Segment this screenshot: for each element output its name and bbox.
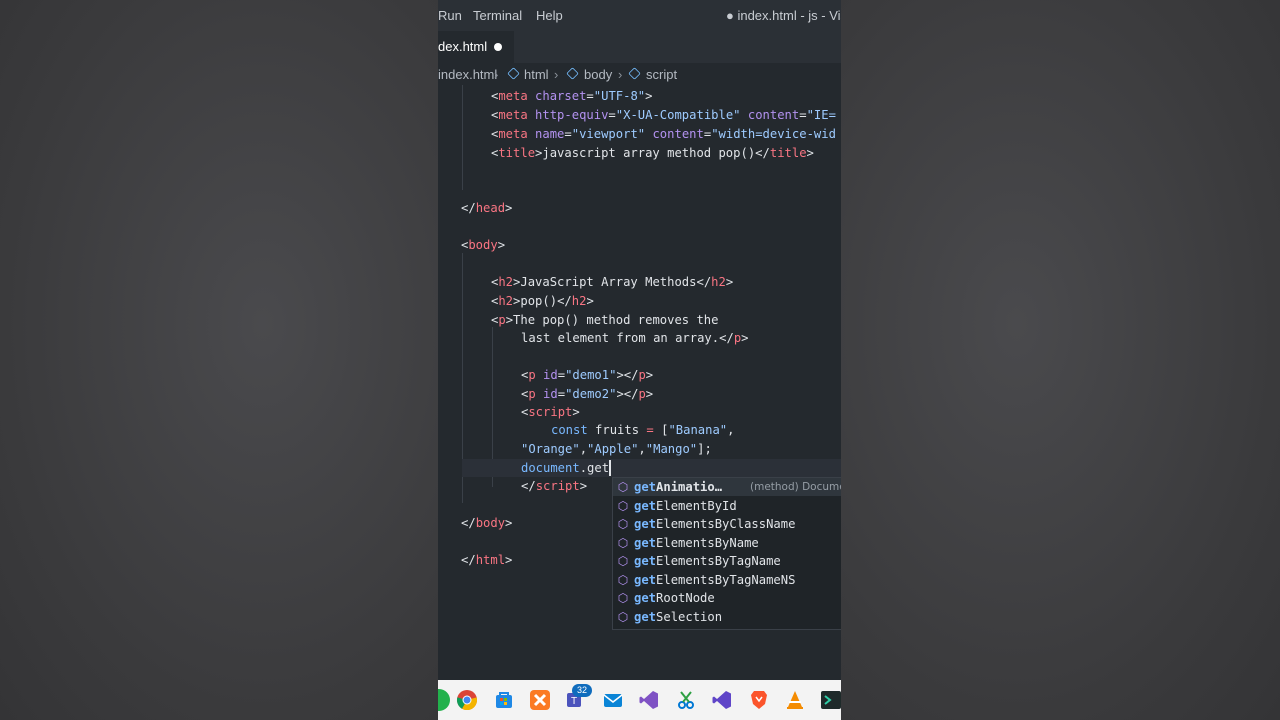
code-line: <body> xyxy=(461,238,506,252)
svg-text:T: T xyxy=(571,696,577,707)
method-cube-icon: ⬡ xyxy=(617,609,629,624)
code-line: <meta http-equiv="X-UA-Compatible" conte… xyxy=(491,108,836,122)
chevron-right-icon: › xyxy=(618,67,623,82)
code-line: <p>The pop() method removes the xyxy=(491,313,719,327)
suggestion-item[interactable]: ⬡ getElementsByClassName xyxy=(613,515,841,533)
chevron-right-icon: › xyxy=(554,67,559,82)
autocomplete-suggestions: ⬡ getAnimatio… (method) Docume ⬡ getElem… xyxy=(612,477,841,630)
method-cube-icon: ⬡ xyxy=(617,572,629,587)
breadcrumb: index.html › html › body › script xyxy=(438,63,841,85)
code-line: </head> xyxy=(461,201,513,215)
suggestion-label: getRootNode xyxy=(634,591,715,605)
code-line-current[interactable]: document.get xyxy=(521,459,609,477)
suggestion-item[interactable]: ⬡ getRootNode xyxy=(613,589,841,607)
code-line: <script> xyxy=(521,405,580,419)
chrome-icon[interactable] xyxy=(456,689,478,711)
tab-index-html[interactable]: dex.html xyxy=(438,31,514,63)
code-line: "Orange","Apple","Mango"]; xyxy=(521,442,712,456)
code-line: <title>javascript array method pop()</ti… xyxy=(491,146,814,160)
notification-badge: 32 xyxy=(572,684,592,697)
suggestion-label: getElementsByClassName xyxy=(634,517,796,531)
suggestion-label: getElementsByTagNameNS xyxy=(634,572,796,587)
suggestion-item[interactable]: ⬡ getSelection xyxy=(613,608,841,626)
vlc-icon[interactable] xyxy=(784,689,806,711)
code-line: const fruits = ["Banana", xyxy=(551,423,735,437)
code-line: last element from an array.</p> xyxy=(521,331,749,345)
menu-help[interactable]: Help xyxy=(536,8,563,23)
code-line: </html> xyxy=(461,553,513,567)
element-cube-icon xyxy=(628,67,641,82)
taskbar: T xyxy=(438,680,841,720)
menu-run[interactable]: Run xyxy=(438,8,462,23)
suggestion-label: getElementById xyxy=(634,498,737,513)
app-partial-icon[interactable] xyxy=(438,689,450,711)
method-cube-icon: ⬡ xyxy=(617,498,629,513)
code-line: <h2>JavaScript Array Methods</h2> xyxy=(491,275,734,289)
blurred-background-right xyxy=(841,0,1280,720)
terminal-icon[interactable] xyxy=(820,689,841,711)
suggestion-label: getElementsByTagName xyxy=(634,554,781,568)
method-cube-icon: ⬡ xyxy=(617,591,629,605)
code-line: <meta charset="UTF-8"> xyxy=(491,89,653,103)
mail-icon[interactable] xyxy=(602,689,624,711)
suggestion-item[interactable]: ⬡ getElementsByTagName xyxy=(613,552,841,570)
brave-icon[interactable] xyxy=(748,689,770,711)
breadcrumb-html[interactable]: html xyxy=(524,67,549,82)
xampp-icon[interactable] xyxy=(529,689,551,711)
code-line: <p id="demo2"></p> xyxy=(521,387,654,401)
status-strip xyxy=(438,660,841,680)
vscode-icon[interactable] xyxy=(711,689,733,711)
method-cube-icon: ⬡ xyxy=(617,535,629,550)
text-cursor xyxy=(609,460,611,476)
code-line: </body> xyxy=(461,516,513,530)
code-line: <meta name="viewport" content="width=dev… xyxy=(491,127,836,141)
store-icon[interactable] xyxy=(493,689,515,711)
suggestion-detail: (method) Docume xyxy=(750,481,841,493)
tab-bar: dex.html xyxy=(438,31,841,63)
breadcrumb-file[interactable]: index.html xyxy=(438,67,497,82)
element-cube-icon xyxy=(507,67,520,82)
blurred-background-left xyxy=(0,0,438,720)
code-line: </script> xyxy=(521,479,588,493)
visual-studio-icon[interactable] xyxy=(638,689,660,711)
unsaved-dot-icon[interactable] xyxy=(494,43,502,51)
method-cube-icon: ⬡ xyxy=(617,554,629,568)
suggestion-label: getAnimatio… xyxy=(634,480,723,494)
suggestion-item[interactable]: ⬡ getElementsByTagNameNS xyxy=(613,571,841,589)
indent-guide xyxy=(462,85,463,190)
chevron-right-icon: › xyxy=(494,67,499,82)
suggestion-label: getElementsByName xyxy=(634,535,759,550)
code-editor[interactable]: <meta charset="UTF-8"> <meta http-equiv=… xyxy=(438,85,841,660)
vscode-window: Run Terminal Help ● index.html - js - Vi… xyxy=(438,0,841,720)
suggestion-item[interactable]: ⬡ getAnimatio… (method) Docume xyxy=(613,478,841,496)
menu-bar: Run Terminal Help ● index.html - js - Vi… xyxy=(438,0,841,31)
suggestion-label: getSelection xyxy=(634,609,723,624)
method-cube-icon: ⬡ xyxy=(617,480,629,494)
suggestion-item[interactable]: ⬡ getElementById xyxy=(613,497,841,515)
breadcrumb-script[interactable]: script xyxy=(646,67,677,82)
method-cube-icon: ⬡ xyxy=(617,517,629,531)
menu-terminal[interactable]: Terminal xyxy=(473,8,522,23)
suggestion-item[interactable]: ⬡ getElementsByName xyxy=(613,534,841,552)
window-title: ● index.html - js - Visu xyxy=(726,8,841,23)
code-line: <p id="demo1"></p> xyxy=(521,368,654,382)
snipping-tool-icon[interactable] xyxy=(675,689,697,711)
current-line-highlight xyxy=(462,459,841,477)
breadcrumb-body[interactable]: body xyxy=(584,67,612,82)
code-line: <h2>pop()</h2> xyxy=(491,294,594,308)
tab-label: dex.html xyxy=(438,39,488,54)
element-cube-icon xyxy=(566,67,579,82)
